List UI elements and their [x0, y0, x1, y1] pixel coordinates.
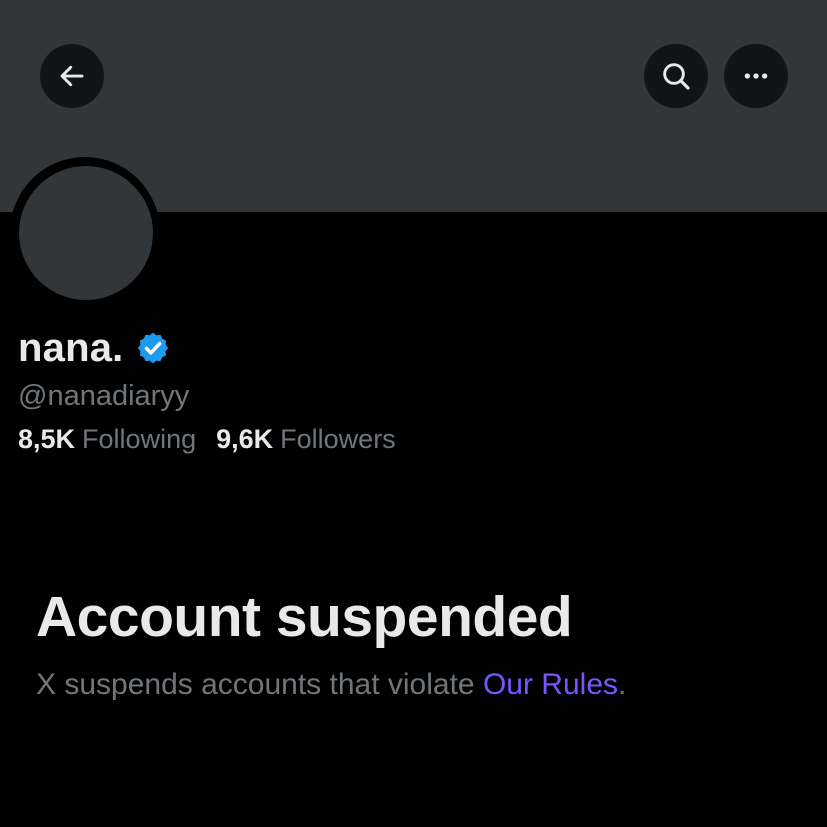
more-options-button[interactable] [724, 44, 788, 108]
our-rules-link[interactable]: Our Rules [483, 668, 618, 701]
followers-stat[interactable]: 9,6K Followers [216, 424, 396, 455]
suspended-title: Account suspended [36, 585, 573, 649]
suspended-period: . [618, 668, 627, 701]
following-count: 8,5K [18, 424, 76, 454]
search-button[interactable] [644, 44, 708, 108]
search-icon [663, 63, 690, 90]
user-handle: @nanadiaryy [18, 380, 190, 412]
back-button[interactable] [40, 44, 104, 108]
suspended-text: X suspends accounts that violate [36, 668, 483, 701]
display-name: nana. [18, 325, 124, 370]
following-stat[interactable]: 8,5K Following [18, 424, 196, 455]
profile-page: nana. @nanadiaryy 8,5K Following 9,6K Fo… [0, 0, 827, 827]
verified-badge-icon[interactable] [135, 330, 171, 366]
more-horizontal-icon [744, 73, 768, 79]
arrow-left-icon [60, 65, 84, 87]
following-label: Following [82, 424, 197, 454]
suspended-description: X suspends accounts that violate Our Rul… [36, 668, 626, 702]
followers-count: 9,6K [216, 424, 274, 454]
followers-label: Followers [280, 424, 396, 454]
profile-stats: 8,5K Following 9,6K Followers [18, 424, 396, 455]
avatar[interactable] [19, 166, 153, 300]
name-row: nana. [18, 322, 171, 374]
